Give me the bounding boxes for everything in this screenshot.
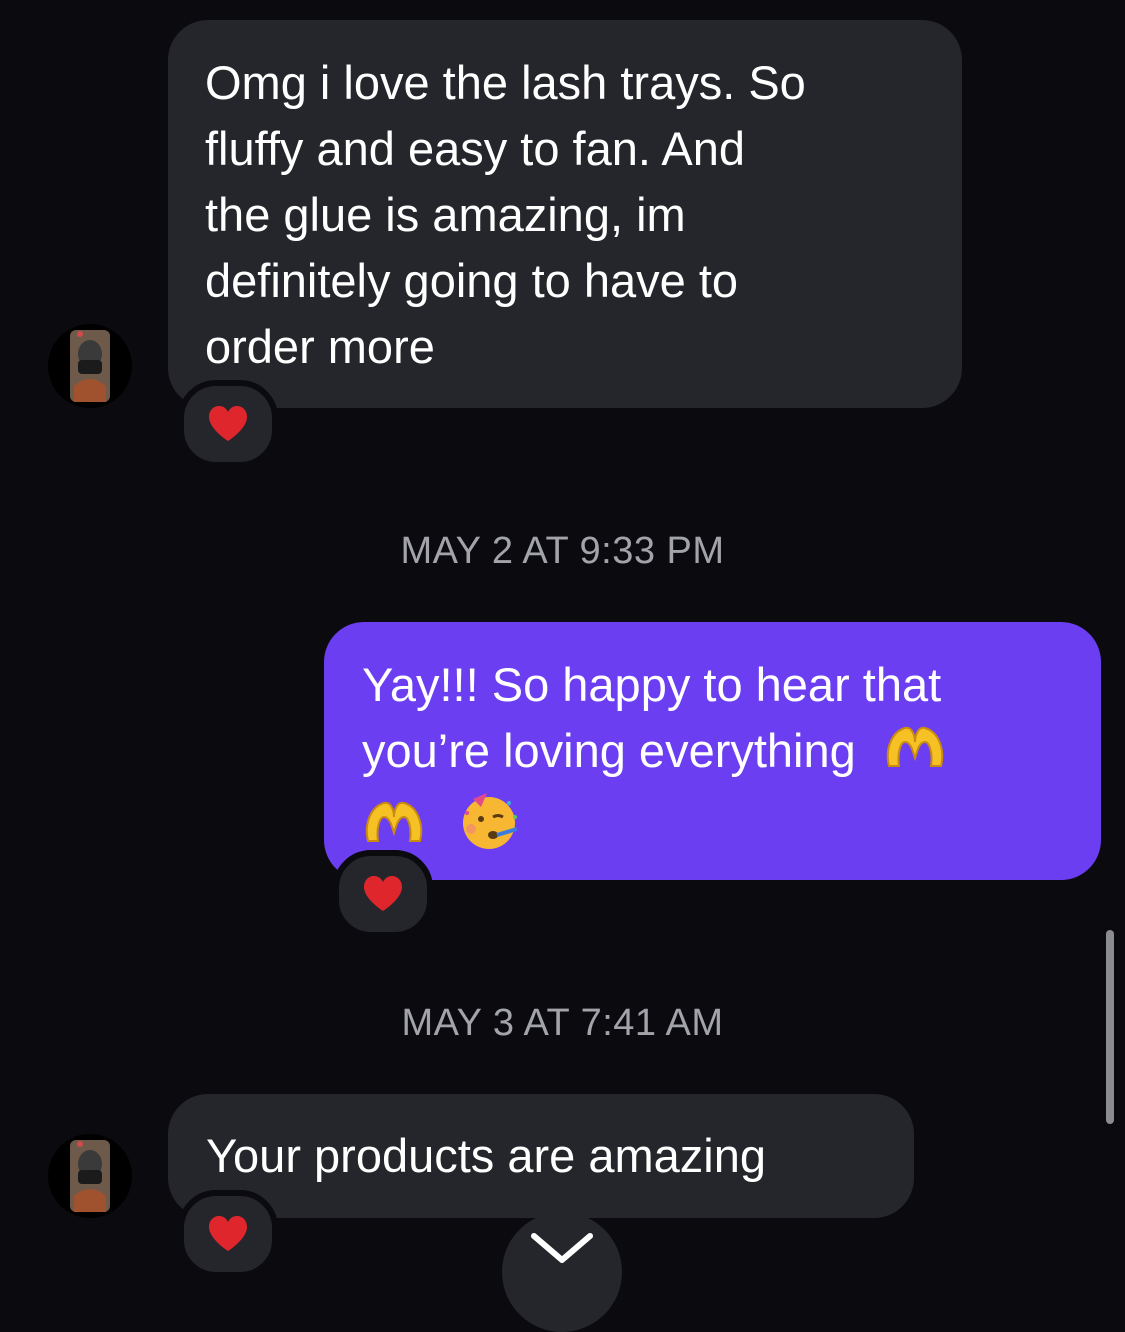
message-line-with-emoji: you’re loving everything — [362, 718, 1071, 789]
message-line: Your products are amazing — [206, 1129, 766, 1182]
message-bubble-incoming[interactable]: Omg i love the lash trays. So fluffy and… — [168, 20, 962, 408]
message-line: Yay!!! So happy to hear that — [362, 658, 942, 711]
avatar[interactable] — [48, 324, 132, 408]
message-line: Omg i love the lash trays. So — [205, 56, 806, 109]
reaction-chip[interactable] — [333, 850, 433, 938]
red-heart-icon — [209, 406, 247, 441]
avatar[interactable] — [48, 1134, 132, 1218]
message-line: the glue is amazing, im — [205, 188, 686, 241]
emoji-line — [362, 789, 1071, 855]
heart-hands-icon — [883, 720, 947, 789]
message-bubble-outgoing[interactable]: Yay!!! So happy to hear that you’re lovi… — [324, 622, 1101, 880]
reaction-chip[interactable] — [178, 380, 278, 468]
avatar-image — [48, 324, 132, 408]
avatar-image — [48, 1134, 132, 1218]
message-bubble-incoming[interactable]: Your products are amazing — [168, 1094, 914, 1218]
red-heart-icon — [364, 876, 402, 911]
chevron-down-icon — [531, 1233, 593, 1263]
reaction-chip[interactable] — [178, 1190, 278, 1278]
scroll-to-bottom-button[interactable] — [502, 1212, 622, 1332]
timestamp: MAY 3 AT 7:41 AM — [401, 1002, 724, 1044]
message-line: fluffy and easy to fan. And — [205, 122, 746, 175]
message-text: you’re loving everything — [362, 724, 856, 777]
partying-face-icon — [459, 789, 523, 870]
timestamp: MAY 2 AT 9:33 PM — [400, 530, 725, 572]
message-line: order more — [205, 320, 435, 373]
message-line: definitely going to have to — [205, 254, 739, 307]
red-heart-icon — [209, 1216, 247, 1251]
